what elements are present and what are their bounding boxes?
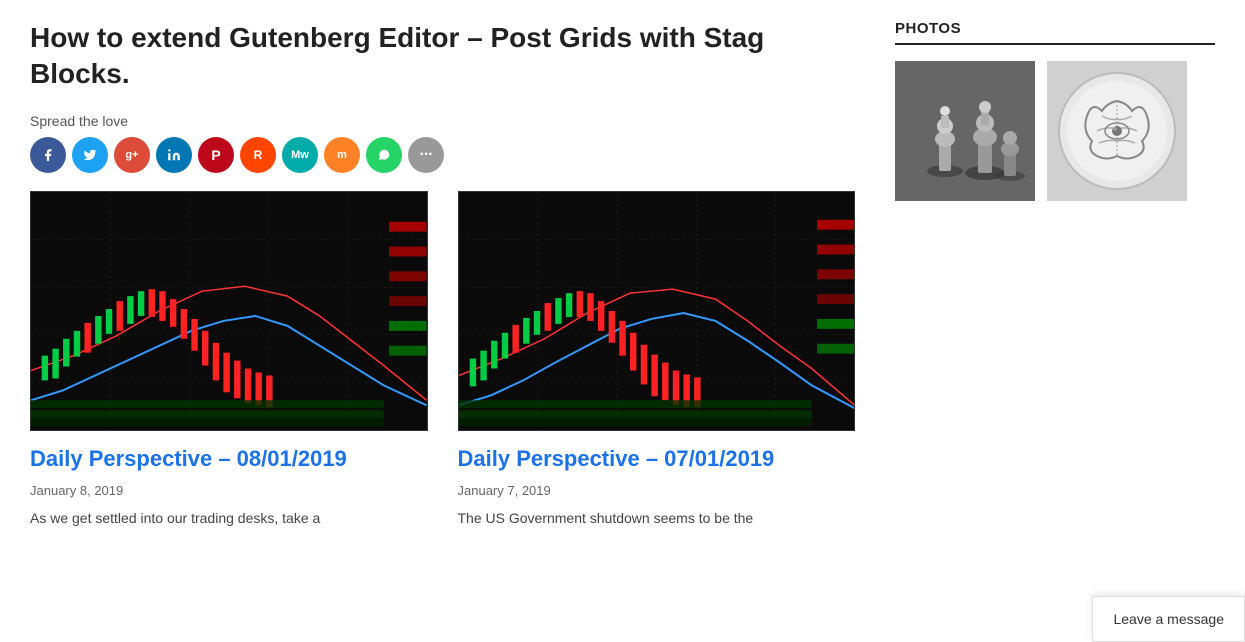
more-share-button[interactable]: ··· [408,137,444,173]
post-date-1: January 8, 2019 [30,483,428,498]
pinterest-share-button[interactable]: P [198,137,234,173]
page-wrapper: How to extend Gutenberg Editor – Post Gr… [0,0,1245,549]
whatsapp-share-button[interactable] [366,137,402,173]
post-title-link-2[interactable]: Daily Perspective – 07/01/2019 [458,445,856,474]
photos-grid [895,61,1215,201]
post-excerpt-1: As we get settled into our trading desks… [30,508,428,529]
googleplus-share-button[interactable]: g+ [114,137,150,173]
post-date-2: January 7, 2019 [458,483,856,498]
photo-brain[interactable] [1047,61,1187,201]
post-card-1: Daily Perspective – 08/01/2019 January 8… [30,191,428,530]
post-chart-image-2 [458,191,856,431]
post-excerpt-2: The US Government shutdown seems to be t… [458,508,856,529]
reddit-share-button[interactable]: R [240,137,276,173]
post-chart-image-1 [30,191,428,431]
main-content: How to extend Gutenberg Editor – Post Gr… [30,20,855,529]
mewe-share-button[interactable]: Mw [282,137,318,173]
photos-section-title: PHOTOS [895,20,1215,45]
facebook-share-button[interactable] [30,137,66,173]
article-title: How to extend Gutenberg Editor – Post Gr… [30,20,855,93]
mix-share-button[interactable]: m [324,137,360,173]
leave-message-widget[interactable]: Leave a message [1092,596,1245,642]
post-grid: Daily Perspective – 08/01/2019 January 8… [30,191,855,530]
post-card-2: Daily Perspective – 07/01/2019 January 7… [458,191,856,530]
post-title-link-1[interactable]: Daily Perspective – 08/01/2019 [30,445,428,474]
leave-message-label: Leave a message [1113,611,1224,627]
social-icons-container: g+ P R Mw m ··· [30,137,855,173]
photo-chess[interactable] [895,61,1035,201]
spread-love-label: Spread the love [30,113,855,129]
linkedin-share-button[interactable] [156,137,192,173]
twitter-share-button[interactable] [72,137,108,173]
sidebar: PHOTOS [895,20,1215,529]
